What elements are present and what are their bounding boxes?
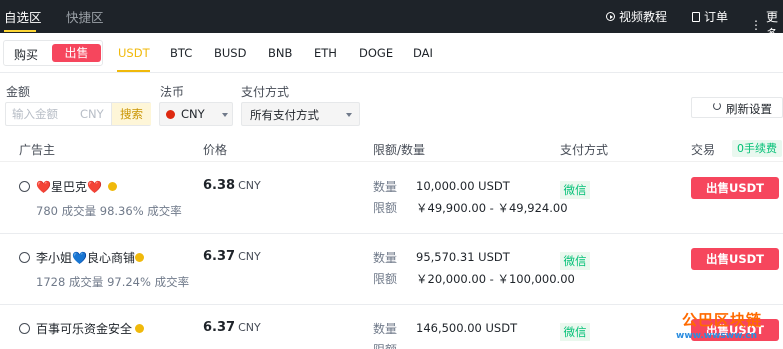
buy-sell-toggle: 购买 出售 [3,40,103,66]
price-value: 6.37 [203,320,236,335]
amount-currency: CNY [80,107,104,121]
video-tutorial-label: 视频教程 [619,10,668,24]
refresh-settings-button[interactable]: 刷新设置 [691,97,783,118]
amount-value: 10,000.00 USDT [416,179,510,193]
verified-badge-icon [135,324,144,333]
document-icon [692,11,700,22]
fiat-label: 法币 [160,85,185,99]
limit-key: 限额 [373,201,398,215]
avatar [19,252,30,263]
payment-select-value: 所有支付方式 [250,108,319,122]
amount-key: 数量 [373,322,398,336]
coin-tab-eth[interactable]: ETH [314,46,337,60]
price-currency: CNY [238,250,261,263]
fiat-select[interactable]: CNY [159,102,233,126]
limit-key: 限额 [373,272,398,286]
coin-tab-btc[interactable]: BTC [170,46,192,60]
advertiser-stats: 1728 成交量 97.24% 成交率 [36,274,189,290]
sell-tab[interactable]: 出售 [52,44,101,62]
coin-tab-usdt[interactable]: USDT [118,46,150,60]
chevron-down-icon [346,113,352,117]
sell-usdt-button[interactable]: 出售USDT [691,319,779,341]
price-value: 6.38 [203,178,236,193]
video-tutorial-link[interactable]: 视频教程 [606,8,667,25]
play-icon [606,12,615,21]
amount-input[interactable] [12,107,76,121]
amount-key: 数量 [373,251,398,265]
amount-field: CNY 搜索 [5,102,151,126]
tab-active-indicator [4,30,36,32]
verified-badge-icon [135,253,144,262]
coin-tab-bnb[interactable]: BNB [268,46,292,60]
price: 6.38 CNY [203,178,261,193]
verified-badge-icon [108,182,117,191]
payment-select[interactable]: 所有支付方式 [241,102,360,126]
table-row: 李小姐💙良心商铺 1728 成交量 97.24% 成交率 6.37 CNY 数量 … [0,234,783,305]
orders-count: 780 成交量 [36,204,97,218]
advertiser-name[interactable]: ❤️星巴克❤️ [36,178,102,195]
advertiser-name[interactable]: 李小姐💙良心商铺 [36,249,135,266]
amount-value: 146,500.00 USDT [416,321,518,335]
header-advertiser: 广告主 [19,143,56,157]
avatar [19,323,30,334]
limit-key: 限额 [373,341,397,349]
cny-flag-icon [166,110,175,119]
search-button[interactable]: 搜索 [111,103,151,125]
header-limit-amount: 限额/数量 [373,143,426,157]
header-trade: 交易 [691,143,716,157]
buy-tab[interactable]: 购买 [14,46,38,63]
price-value: 6.37 [203,249,236,264]
header-price: 价格 [203,143,228,157]
table-row: ❤️星巴克❤️ 780 成交量 98.36% 成交率 6.38 CNY 数量 10… [0,163,783,234]
tab-quick[interactable]: 快捷区 [66,7,104,26]
price: 6.37 CNY [203,249,261,264]
coin-tab-doge[interactable]: DOGE [359,46,393,60]
tab-favorites[interactable]: 自选区 [4,7,42,26]
limit-value: ￥49,900.00 - ￥49,924.00 [416,201,568,215]
refresh-settings-label: 刷新设置 [726,102,772,116]
price-currency: CNY [238,179,261,192]
completion-rate: 98.36% 成交率 [99,204,182,218]
completion-rate: 97.24% 成交率 [107,275,190,289]
coin-active-indicator [117,70,150,72]
sell-usdt-button[interactable]: 出售USDT [691,177,779,199]
limit-value: ￥20,000.00 - ￥100,000.00 [416,272,575,286]
payment-method-badge: 微信 [560,181,590,199]
more-icon: ⋮ [750,18,762,32]
table-header: 广告主 价格 限额/数量 支付方式 交易 [0,136,783,162]
top-bar: 自选区 快捷区 视频教程 订单 ⋮ 更多 [0,0,783,41]
advertiser-stats: 780 成交量 98.36% 成交率 [36,203,182,219]
payment-method-badge: 微信 [560,323,590,341]
avatar [19,181,30,192]
payment-method-badge: 微信 [560,252,590,270]
advertiser-name[interactable]: 百事可乐资金安全 [36,320,132,337]
table-row: 百事可乐资金安全 6.37CNY 数量 146,500.00 USDT 限额 微… [0,305,783,349]
coin-tab-dai[interactable]: DAI [413,46,433,60]
chevron-down-icon [222,113,228,117]
zero-fee-badge: 0手续费 [732,140,782,157]
sell-usdt-button[interactable]: 出售USDT [691,248,779,270]
price-currency: CNY [238,321,261,334]
amount-key: 数量 [373,180,398,194]
fiat-select-value: CNY [181,107,205,121]
coin-tab-busd[interactable]: BUSD [214,46,246,60]
header-payment: 支付方式 [560,143,609,157]
amount-value: 95,570.31 USDT [416,250,510,264]
payment-label: 支付方式 [241,85,290,99]
amount-label: 金额 [6,85,31,99]
price: 6.37 CNY [203,320,261,335]
coin-bar: 购买 出售 USDT BTC BUSD BNB ETH DOGE DAI [0,33,783,73]
orders-label: 订单 [704,10,729,24]
orders-link[interactable]: 订单 [692,8,728,25]
refresh-icon [713,102,721,110]
orders-count: 1728 成交量 [36,275,104,289]
